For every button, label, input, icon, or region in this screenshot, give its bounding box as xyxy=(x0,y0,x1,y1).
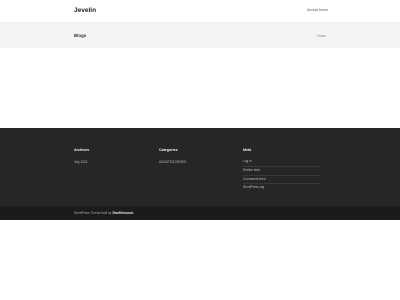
sub-footer: WordPress Theme built by Shufflehound. xyxy=(0,206,400,220)
meta-link-wordpress-org[interactable]: WordPress.org xyxy=(243,184,321,192)
meta-link-entries-feed[interactable]: Entries feed xyxy=(243,167,321,176)
meta-link-log-in[interactable]: Log in xyxy=(243,158,321,167)
archive-link-july-2021[interactable]: July 2021 xyxy=(74,158,89,166)
site-footer: Archives July 2021 Categories UNCATEGORI… xyxy=(0,128,400,206)
categories-widget: Categories UNCATEGORIZED xyxy=(159,148,186,166)
page-title-bar: Blogs Home xyxy=(0,22,400,50)
breadcrumb-home[interactable]: Home xyxy=(317,34,326,38)
archives-title: Archives xyxy=(74,148,90,152)
meta-title: Meta xyxy=(243,148,252,152)
site-logo[interactable]: Jevelin xyxy=(74,7,96,14)
category-link-uncategorized[interactable]: UNCATEGORIZED xyxy=(159,158,186,166)
footer-credits: WordPress Theme built by Shufflehound. xyxy=(74,211,134,215)
page-title: Blogs xyxy=(74,33,87,38)
meta-link-comments-feed[interactable]: Comments feed xyxy=(243,176,321,185)
credits-text: WordPress Theme built by xyxy=(74,211,112,215)
main-content xyxy=(0,48,400,128)
archives-widget: Archives July 2021 xyxy=(74,148,89,166)
accept-terms-link[interactable]: Accept terms xyxy=(307,8,328,12)
categories-title: Categories xyxy=(159,148,178,152)
author-link[interactable]: Shufflehound. xyxy=(112,211,133,215)
meta-widget: Meta Log in Entries feed Comments feed W… xyxy=(243,148,321,192)
site-header: Jevelin Accept terms xyxy=(0,0,400,22)
